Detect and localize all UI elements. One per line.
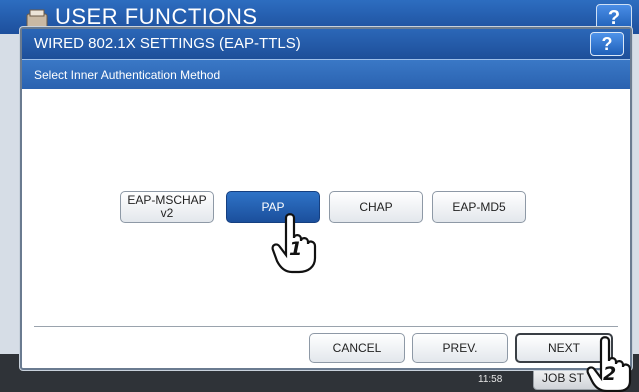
option-label: CHAP bbox=[359, 199, 393, 214]
wired-8021x-dialog: WIRED 802.1X SETTINGS (EAP-TTLS) ? Selec… bbox=[20, 27, 632, 370]
cancel-button[interactable]: CANCEL bbox=[309, 333, 405, 363]
dialog-title-bar: WIRED 802.1X SETTINGS (EAP-TTLS) ? bbox=[22, 29, 630, 59]
option-label: EAP-MD5 bbox=[452, 199, 506, 214]
instruction-bar: Select Inner Authentication Method bbox=[22, 59, 630, 89]
option-label-line1: EAP-MSCHAP bbox=[127, 193, 207, 207]
option-chap[interactable]: CHAP bbox=[329, 191, 423, 223]
pointing-hand-icon: 1 bbox=[271, 213, 317, 274]
clock-time: 11:58 bbox=[478, 374, 503, 385]
dialog-separator bbox=[34, 326, 618, 327]
dialog-help-button[interactable]: ? bbox=[590, 32, 624, 56]
step-number: 2 bbox=[603, 363, 616, 385]
instruction-text: Select Inner Authentication Method bbox=[34, 68, 221, 82]
dialog-title: WIRED 802.1X SETTINGS (EAP-TTLS) bbox=[34, 35, 301, 52]
option-label-line2: v2 bbox=[160, 206, 174, 220]
step-number: 1 bbox=[289, 238, 302, 260]
option-eap-md5[interactable]: EAP-MD5 bbox=[432, 191, 526, 223]
prev-button[interactable]: PREV. bbox=[412, 333, 508, 363]
option-eap-mschap-v2[interactable]: EAP-MSCHAP v2 bbox=[120, 191, 214, 223]
pointing-hand-icon: 2 bbox=[586, 336, 632, 392]
